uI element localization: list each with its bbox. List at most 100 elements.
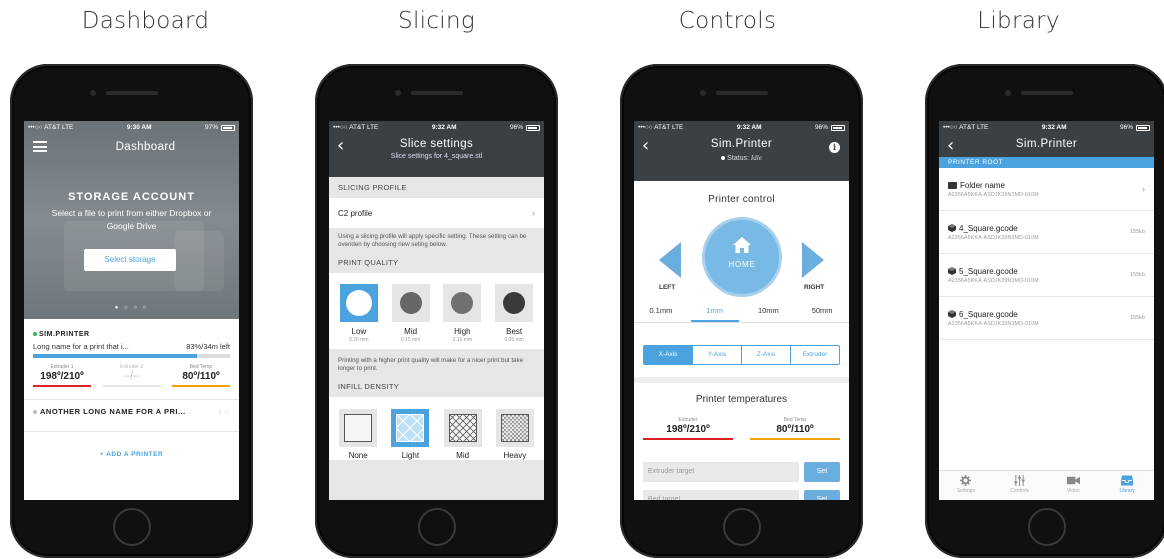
file-name: 6_Square.gcode (959, 309, 1018, 319)
infill-heavy-icon (500, 414, 529, 442)
quality-swatch (495, 284, 534, 322)
infill-option-mid[interactable]: Mid (443, 409, 483, 460)
axis-option[interactable]: Extruder (791, 346, 839, 364)
printer-control-title: Printer control (708, 194, 775, 205)
printer-temps: Extruder 1 198º/210º Extruder 2 --/-- Be… (33, 364, 230, 387)
temp-extruder-2: Extruder 2 --/-- (102, 364, 161, 387)
page-title: Slice settings (399, 138, 474, 150)
quality-option-mid[interactable]: Mid 0.15 mm (391, 284, 431, 343)
progress-fill (33, 354, 197, 358)
list-item[interactable]: Folder name A2356A5KKA-ASDJK39N3MD-010M … (939, 168, 1154, 211)
quality-option-low[interactable]: Low 0.20 mm (339, 284, 379, 343)
back-chevron-icon[interactable]: ‹ (642, 137, 649, 155)
infill-mid-icon (448, 414, 477, 442)
quality-high-icon (451, 292, 474, 314)
info-icon[interactable]: i (829, 142, 840, 153)
infill-label: Mid (456, 451, 470, 460)
divider (24, 431, 239, 432)
print-quality-note: Printing with a higher print quality wil… (329, 349, 544, 380)
infill-none-icon (344, 414, 373, 442)
infill-option-heavy[interactable]: Heavy (495, 409, 535, 460)
list-item[interactable]: 4_Square.gcode A2356A5KKA-ASDJK39N3MD-01… (939, 211, 1154, 254)
home-button[interactable] (722, 508, 761, 546)
axis-option[interactable]: Y-Axis (693, 346, 742, 364)
camera (395, 90, 401, 96)
temp-bar (172, 385, 230, 387)
move-right-arrow-icon[interactable] (802, 242, 824, 278)
carousel-dots[interactable]: ● ○ ○ ○ (24, 305, 239, 311)
printer-card-2[interactable]: ANOTHER LONG NAME FOR A PRI... ‹ ◌ (33, 407, 230, 416)
home-button[interactable] (1027, 508, 1066, 546)
phone-controls: •••○○ AT&T LTE 9:32 AM 96% ‹ Sim.Printer… (620, 64, 863, 558)
app-bar: •••○○ AT&T LTE 9:32 AM 96% ‹ Slice setti… (329, 121, 544, 177)
extruder-target-input[interactable]: Extruder target (643, 462, 799, 482)
set-bed-button[interactable]: Set (804, 490, 840, 500)
file-name: 4_Square.gcode (959, 223, 1018, 233)
clock: 9:30 AM (126, 124, 152, 131)
tab-video[interactable]: Video (1047, 471, 1101, 500)
infill-option-light[interactable]: Light (390, 409, 430, 460)
back-chevron-icon[interactable]: ‹ (947, 137, 954, 155)
home-axis-button[interactable]: HOME (702, 217, 782, 297)
printer-temps: Extruder 198º/210º Bed Temp 80º/110º (643, 417, 840, 440)
step-option[interactable]: 50mm (798, 306, 846, 322)
printer-temperatures-title: Printer temperatures (695, 394, 788, 405)
quality-option-high[interactable]: High 0.10 mm (442, 284, 482, 343)
list-item[interactable]: 5_Square.gcode A2356A5KKA-ASDJK39N3MD-01… (939, 254, 1154, 297)
tab-label: Video (1067, 488, 1080, 494)
speaker (105, 91, 158, 95)
printer-card[interactable]: SIM.PRINTER Long name for a print that i… (24, 331, 239, 387)
tab-controls[interactable]: Controls (993, 471, 1047, 500)
quality-swatch (339, 284, 378, 322)
file-size: 155kb (1130, 315, 1145, 321)
folder-icon (948, 181, 957, 189)
slicing-profile-row[interactable]: C2 profile › (329, 198, 544, 228)
back-chevron-icon[interactable]: ‹ (337, 137, 344, 155)
right-label: RIGHT (804, 284, 825, 291)
status-right: 96% (1120, 124, 1150, 131)
caption-dashboard: Dashboard (81, 8, 210, 34)
infill-swatch (391, 409, 430, 447)
step-option-selected[interactable]: 1mm (690, 306, 739, 322)
slicing-screen: •••○○ AT&T LTE 9:32 AM 96% ‹ Slice setti… (329, 121, 544, 500)
step-option[interactable]: 0.1mm (637, 306, 685, 322)
move-left-arrow-icon[interactable] (659, 242, 681, 278)
quality-layer: 0.05 mm (504, 337, 524, 343)
caption-controls: Controls (678, 8, 777, 34)
status-right: 97% (205, 124, 235, 131)
list-item[interactable]: 6_Square.gcode A2356A5KKA-ASDJK39N3MD-01… (939, 297, 1154, 340)
battery-percent: 96% (814, 124, 828, 131)
gear-icon (960, 475, 972, 486)
infill-label: Heavy (503, 451, 527, 460)
infill-label: Light (401, 451, 420, 460)
carrier: •••○○ AT&T LTE (333, 124, 379, 131)
tab-library[interactable]: Library (1100, 471, 1154, 500)
axis-option-selected[interactable]: X-Axis (644, 346, 693, 364)
quality-option-best[interactable]: Best 0.05 mm (494, 284, 534, 343)
quality-mid-icon (399, 292, 422, 314)
battery-icon (831, 124, 845, 131)
home-button[interactable] (417, 508, 456, 546)
bed-target-input[interactable]: Bed target (643, 490, 799, 500)
infill-option-none[interactable]: None (338, 409, 378, 460)
caption-slicing: Slicing (398, 8, 475, 34)
printer-name-2: ANOTHER LONG NAME FOR A PRI... (40, 407, 186, 416)
quality-swatch (391, 284, 430, 322)
printer-2-label: ANOTHER LONG NAME FOR A PRI... (33, 407, 186, 416)
folder-name-row: Folder name (948, 181, 1039, 190)
cube-icon (948, 309, 956, 318)
tab-settings[interactable]: Settings (939, 471, 993, 500)
slicing-profile-note: Using a slicing profile will apply speci… (329, 228, 544, 256)
quality-label: High (454, 327, 471, 336)
select-storage-button[interactable]: Select storage (84, 249, 176, 271)
add-printer-button[interactable]: + ADD A PRINTER (24, 451, 239, 458)
battery-percent: 96% (509, 124, 523, 131)
video-camera-icon (1066, 476, 1080, 485)
set-extruder-button[interactable]: Set (804, 462, 840, 482)
axis-option[interactable]: Z-Axis (742, 346, 791, 364)
home-button[interactable] (112, 508, 151, 546)
extruder-target-row: Extruder target Set (643, 462, 840, 482)
step-option[interactable]: 10mm (744, 306, 792, 322)
temp-label: Extruder (678, 417, 698, 423)
sliders-icon (1014, 475, 1025, 486)
